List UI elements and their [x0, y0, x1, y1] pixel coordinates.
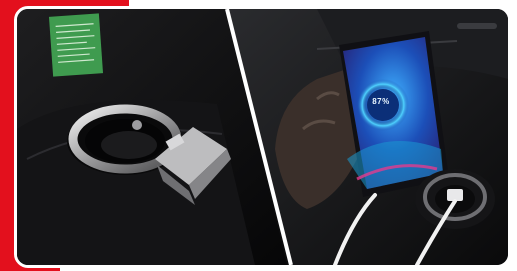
photo-scene [17, 9, 508, 265]
green-sticker [48, 13, 104, 77]
image-stage: 87% [0, 0, 517, 271]
photo-frame: 87% [14, 6, 511, 268]
phone-charge-label: 87% [372, 97, 390, 106]
